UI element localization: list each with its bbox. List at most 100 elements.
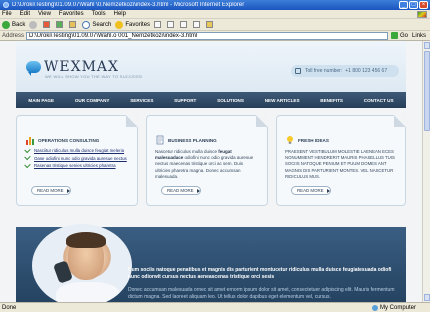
maximize-button[interactable]: □: [409, 1, 418, 9]
nav-main-page[interactable]: MAIN PAGE: [28, 98, 54, 103]
forward-arrow-icon: [29, 20, 38, 29]
stop-icon: [43, 21, 51, 28]
document-icon: [156, 135, 164, 145]
scroll-up-arrow-icon[interactable]: [424, 42, 430, 49]
phone-icon: [295, 68, 301, 74]
phone-badge: Toll free number: +1 800 123 456 67: [291, 65, 399, 77]
menu-edit[interactable]: Edit: [20, 11, 30, 17]
back-button[interactable]: Back: [2, 20, 26, 29]
checkmark-icon: [24, 161, 31, 168]
menu-tools[interactable]: Tools: [92, 11, 106, 17]
card-text: Nascetur ridiculus mulla duisce feugat m…: [155, 149, 254, 179]
vertical-scrollbar[interactable]: [422, 41, 430, 302]
list-item[interactable]: Oase odiofini nunc odio gravida auresue …: [24, 154, 131, 163]
home-button[interactable]: [69, 21, 78, 28]
read-more-button[interactable]: READ MORE: [31, 186, 71, 195]
page-curl-decoration: [126, 115, 138, 127]
menu-favorites[interactable]: Favorites: [59, 11, 84, 17]
phone-label: Toll free number:: [305, 68, 343, 74]
windows-flag-icon: [417, 10, 427, 18]
search-label: Search: [92, 21, 112, 28]
window-title: D:\Uroki\Testing\01.09.07\Wahl \0.Nemzet…: [12, 2, 245, 8]
computer-icon: [371, 304, 378, 311]
browser-toolbar: Back Search Favorites: [0, 19, 430, 31]
man-on-phone-photo: [32, 224, 132, 302]
feature-headline: Cum sociis natoque penatibus et magnis d…: [128, 267, 392, 280]
window-title-bar: D:\Uroki\Testing\01.09.07\Wahl \0.Nemzet…: [0, 0, 430, 10]
menu-view[interactable]: View: [38, 11, 51, 17]
nav-our-company[interactable]: OUR COMPANY: [75, 98, 110, 103]
go-label: Go: [399, 32, 408, 39]
back-label: Back: [12, 21, 26, 28]
back-arrow-icon: [2, 20, 10, 29]
nav-support[interactable]: SUPPORT: [174, 98, 196, 103]
search-icon: [82, 20, 91, 29]
forward-button[interactable]: [29, 20, 39, 29]
site-tagline: WE WILL SHOW YOU THE WAY TO SUCCESS!: [45, 74, 143, 79]
page-curl-decoration: [394, 115, 406, 127]
checkmark-icon: [24, 154, 31, 161]
bar-chart-icon: [26, 137, 34, 145]
read-more-button[interactable]: READ MORE: [291, 186, 331, 195]
mail-button[interactable]: [167, 21, 176, 28]
menu-file[interactable]: File: [2, 11, 12, 17]
nav-benefits[interactable]: BENEFITS: [320, 98, 343, 103]
refresh-button[interactable]: [56, 21, 65, 28]
card-text: PRAESENT VESTIBULUM MOLESTIE LAENEAN ECE…: [285, 149, 395, 179]
status-text: Done: [2, 304, 17, 311]
history-icon: [154, 21, 162, 28]
phone-number: +1 800 123 456 67: [345, 68, 388, 74]
nav-new-articles[interactable]: NEW ARTICLES: [265, 98, 300, 103]
folder-button[interactable]: [206, 21, 215, 28]
history-button[interactable]: [154, 21, 163, 28]
print-button[interactable]: [180, 21, 189, 28]
star-icon: [115, 20, 124, 29]
card-title: OPERATIONS CONSULTING: [38, 137, 100, 143]
site-header: WEXMAX WE WILL SHOW YOU THE WAY TO SUCCE…: [16, 41, 406, 92]
address-label: Address: [2, 32, 25, 39]
go-arrow-icon: [390, 32, 398, 39]
minimize-button[interactable]: _: [399, 1, 408, 9]
read-more-button[interactable]: READ MORE: [161, 186, 201, 195]
edit-button[interactable]: [193, 21, 202, 28]
arrow-right-icon: [196, 188, 200, 193]
go-button[interactable]: Go: [390, 32, 408, 39]
close-button[interactable]: ×: [419, 1, 428, 9]
scroll-down-arrow-icon[interactable]: [424, 294, 430, 301]
site-logo[interactable]: WEXMAX: [44, 59, 119, 75]
scroll-thumb[interactable]: [424, 51, 430, 131]
menu-help[interactable]: Help: [114, 11, 126, 17]
checkmark-icon: [24, 146, 31, 153]
security-zone: My Computer: [371, 304, 416, 311]
stop-button[interactable]: [43, 21, 52, 28]
nav-solutions[interactable]: SOLUTIONS: [217, 98, 244, 103]
page-viewport[interactable]: WEXMAX WE WILL SHOW YOU THE WAY TO SUCCE…: [0, 41, 422, 302]
nav-contact-us[interactable]: CONTACT US: [364, 98, 394, 103]
menu-bar: File Edit View Favorites Tools Help: [0, 10, 430, 19]
speech-bubble-logo-icon: [26, 61, 41, 76]
refresh-icon: [56, 21, 64, 28]
address-bar: Address D:\Uroki\Testing\01.09.07\Wahl.o…: [0, 31, 430, 41]
card-business-planning: BUSINESS PLANNING Nascetur ridiculus mul…: [146, 115, 268, 206]
card-title: BUSINESS PLANNING: [168, 137, 217, 143]
main-nav: MAIN PAGE OUR COMPANY SERVICES SUPPORT S…: [16, 92, 406, 108]
favorites-button[interactable]: Favorites: [115, 20, 150, 29]
mail-icon: [167, 21, 175, 28]
edit-icon: [193, 21, 201, 28]
home-icon: [69, 21, 77, 28]
arrow-right-icon: [326, 188, 330, 193]
card-link-list: Nasciitur ridiculus mulla duisce feugiat…: [17, 145, 137, 170]
list-item[interactable]: Nasciitur ridiculus mulla duisce feugiat…: [24, 146, 131, 155]
card-operations-consulting: OPERATIONS CONSULTING Nasciitur ridiculu…: [16, 115, 138, 206]
ie-logo-icon: [3, 2, 9, 8]
feature-banner: Cum sociis natoque penatibus et magnis d…: [16, 224, 406, 302]
card-fresh-ideas: FRESH IDEAS PRAESENT VESTIBULUM MOLESTIE…: [276, 115, 406, 206]
nav-services[interactable]: SERVICES: [130, 98, 153, 103]
links-button[interactable]: Links: [412, 33, 426, 39]
status-bar: Done My Computer: [0, 302, 430, 312]
list-item[interactable]: Rasenas tristique senies ultricies phare…: [24, 161, 131, 170]
page-curl-decoration: [256, 115, 268, 127]
search-button[interactable]: Search: [82, 20, 112, 29]
card-title: FRESH IDEAS: [298, 137, 329, 143]
address-input[interactable]: D:\Uroki\Testing\01.09.07\Wahl.o 001_Nem…: [26, 31, 388, 40]
